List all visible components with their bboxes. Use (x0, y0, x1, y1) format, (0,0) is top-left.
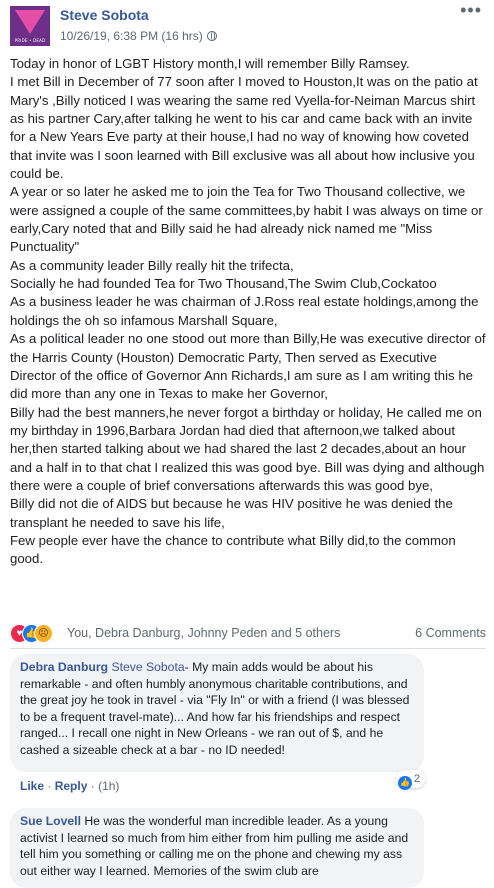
divider (10, 648, 486, 649)
comment-bubble: Sue Lovell He was the wonderful man incr… (10, 808, 424, 888)
avatar[interactable]: PRIDE • DEAD (10, 6, 50, 46)
like-badge-icon: 👍 (398, 776, 412, 790)
post-body: Today in honor of LGBT History month,I w… (10, 56, 486, 567)
reaction-names[interactable]: You, Debra Danburg, Johnny Peden and 5 o… (67, 626, 340, 640)
comments-count[interactable]: 6 Comments (415, 626, 486, 640)
reaction-icons[interactable]: ♥ 👍 ☹ (10, 624, 60, 643)
comment-body: - My main adds would be about his remark… (20, 660, 410, 757)
comment-author[interactable]: Debra Danburg (20, 660, 108, 674)
comment-age: (1h) (98, 779, 120, 793)
comment-actions: Like · Reply · (1h) (20, 779, 120, 793)
post-author-name[interactable]: Steve Sobota (60, 7, 149, 23)
post-header: PRIDE • DEAD Steve Sobota 10/26/19, 6:38… (10, 0, 484, 50)
post-timestamp[interactable]: 10/26/19, 6:38 PM (16 hrs) (60, 29, 217, 43)
comment-author[interactable]: Sue Lovell (20, 814, 81, 828)
avatar-caption: PRIDE • DEAD (14, 38, 46, 43)
reactions-bar[interactable]: ♥ 👍 ☹ You, Debra Danburg, Johnny Peden a… (10, 624, 486, 644)
pride-triangle-icon (15, 10, 45, 34)
comment-mention[interactable]: Steve Sobota (111, 660, 184, 674)
comment-bubble: Debra Danburg Steve Sobota- My main adds… (10, 654, 424, 772)
comment-text: Steve Sobota- My main adds would be abou… (20, 660, 409, 757)
sad-reaction-icon: ☹ (34, 624, 53, 643)
timestamp-text[interactable]: 10/26/19, 6:38 PM (16 hrs) (60, 29, 203, 43)
comment-like-link[interactable]: Like (20, 779, 44, 793)
more-icon[interactable]: ••• (460, 0, 482, 21)
comment-like-number: 2 (414, 773, 421, 785)
globe-icon (206, 31, 217, 41)
comment-reply-link[interactable]: Reply (55, 779, 88, 793)
comment-like-count[interactable]: 👍 2 (396, 770, 426, 790)
